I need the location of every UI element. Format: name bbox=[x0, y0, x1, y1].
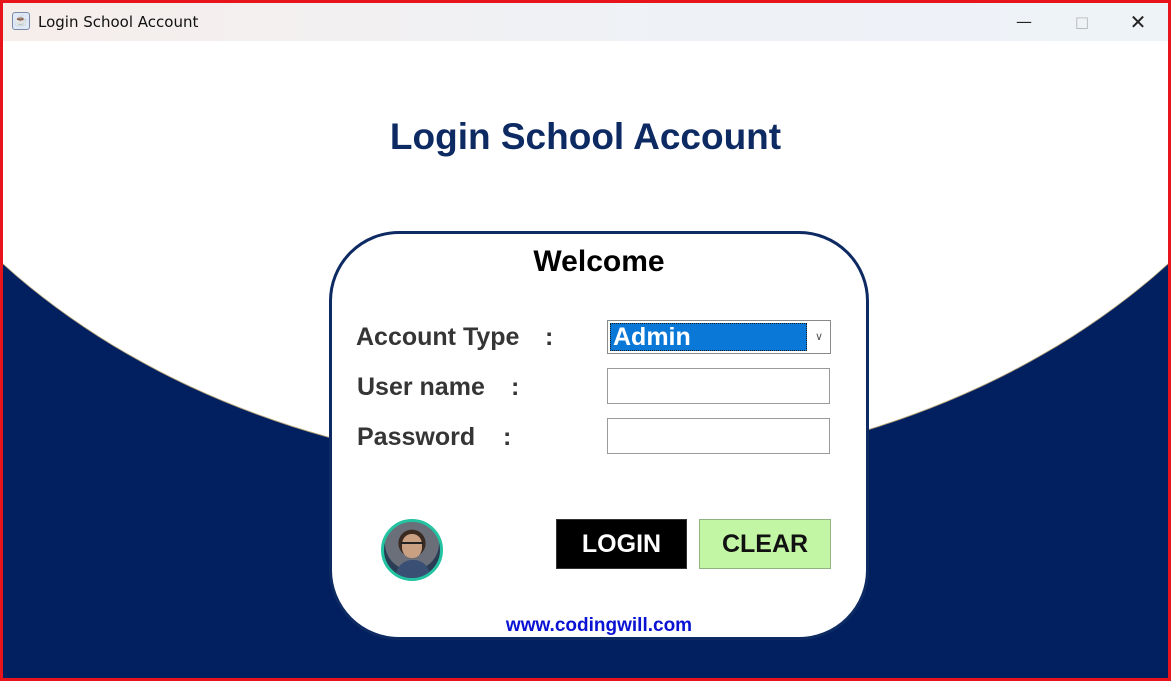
password-colon: : bbox=[503, 423, 512, 451]
avatar bbox=[381, 519, 443, 581]
account-type-select[interactable]: Admin ∨ bbox=[607, 320, 831, 354]
account-type-label: Account Type bbox=[356, 323, 520, 351]
java-cup-icon: ☕ bbox=[12, 12, 30, 30]
login-card: Welcome Account Type : Admin ∨ User name… bbox=[329, 231, 869, 640]
password-label: Password bbox=[357, 423, 476, 451]
username-input[interactable] bbox=[607, 368, 830, 404]
chevron-down-icon[interactable]: ∨ bbox=[811, 326, 827, 348]
website-link[interactable]: www.codingwill.com bbox=[332, 615, 866, 637]
maximize-button[interactable]: □ bbox=[1054, 3, 1110, 41]
welcome-heading: Welcome bbox=[533, 245, 665, 278]
close-button[interactable]: ✕ bbox=[1110, 3, 1166, 41]
page-title: Login School Account bbox=[389, 116, 782, 157]
username-colon: : bbox=[511, 373, 520, 401]
username-label: User name bbox=[357, 373, 485, 401]
login-button[interactable]: LOGIN bbox=[556, 519, 687, 569]
account-type-colon: : bbox=[545, 323, 554, 351]
window-title: Login School Account bbox=[38, 13, 199, 31]
login-panel: Login School Account Welcome Account Typ… bbox=[3, 41, 1168, 678]
title-bar: ☕ Login School Account — □ ✕ bbox=[3, 3, 1168, 41]
application-window: ☕ Login School Account — □ ✕ Login Schoo… bbox=[0, 0, 1171, 681]
account-type-selected-value: Admin bbox=[610, 323, 807, 351]
password-input[interactable] bbox=[607, 418, 830, 454]
minimize-button[interactable]: — bbox=[996, 3, 1052, 41]
clear-button[interactable]: CLEAR bbox=[699, 519, 831, 569]
